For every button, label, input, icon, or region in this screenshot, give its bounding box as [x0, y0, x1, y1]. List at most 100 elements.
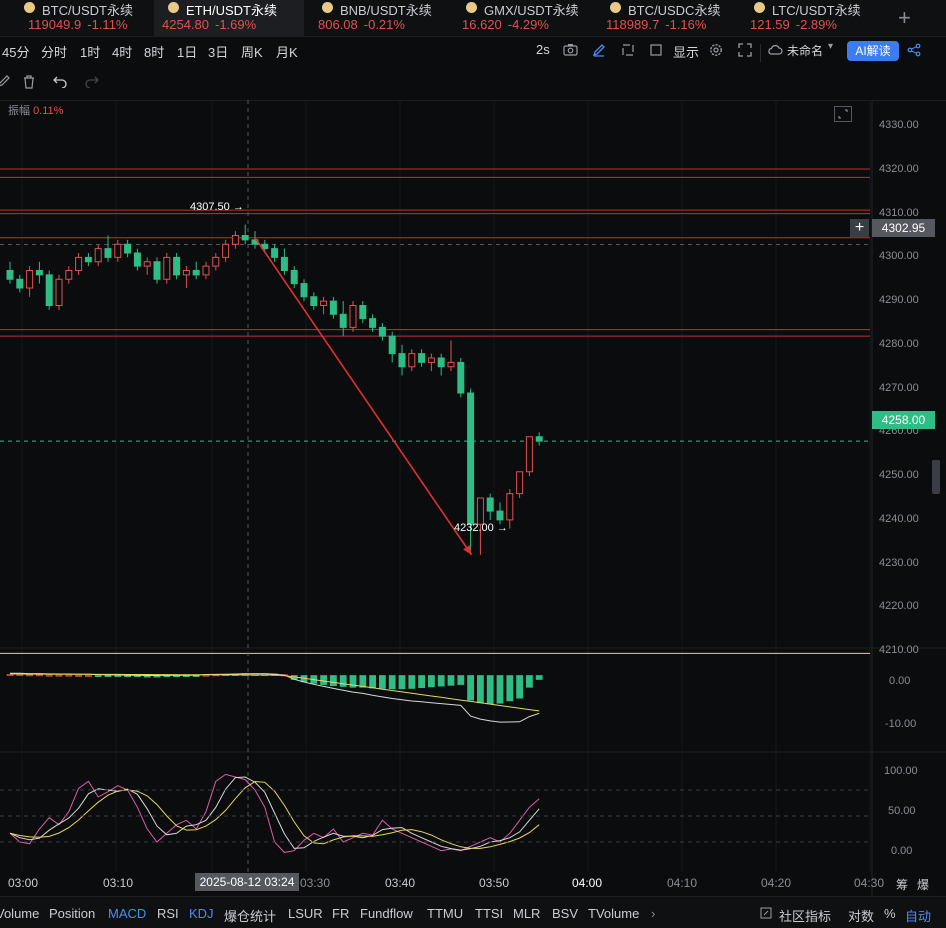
- display-button[interactable]: 显示: [673, 42, 699, 61]
- crosshair-add-icon[interactable]: +: [850, 219, 869, 237]
- macd-bar: [75, 675, 82, 677]
- interval-4h[interactable]: 4时: [112, 42, 132, 61]
- candle-body: [163, 256, 171, 280]
- candle-body: [241, 235, 249, 241]
- tab-eth-usdt[interactable]: ETH/USDT永续 4254.80 -1.69%: [154, 0, 304, 36]
- macd-bar: [427, 675, 435, 688]
- share-icon[interactable]: [907, 43, 921, 60]
- indicator-rsi[interactable]: RSI: [157, 906, 179, 921]
- trash-icon[interactable]: [22, 74, 36, 92]
- candle-body: [457, 361, 465, 394]
- candle-body: [388, 335, 396, 355]
- interval-timeline[interactable]: 分时: [41, 42, 67, 61]
- interval-month[interactable]: 月K: [276, 42, 298, 61]
- indicator-volume[interactable]: Volume: [0, 906, 39, 921]
- layout-name[interactable]: 未命名: [787, 42, 823, 59]
- indicator-lsur[interactable]: LSUR: [288, 906, 323, 921]
- coin-icon: [168, 2, 179, 13]
- price-chart[interactable]: [0, 100, 946, 896]
- trend-arrow-line: [254, 237, 473, 556]
- community-indicators[interactable]: 社区指标: [779, 906, 831, 925]
- interval-8h[interactable]: 8时: [144, 42, 164, 61]
- interval-1h[interactable]: 1时: [80, 42, 100, 61]
- macd-axis-label: 0.00: [889, 675, 911, 687]
- axis-scroll-handle[interactable]: [932, 460, 940, 494]
- indicator-position[interactable]: Position: [49, 906, 95, 921]
- price-axis-label: 4270.00: [879, 381, 919, 394]
- interval-45m[interactable]: 45分: [2, 42, 29, 61]
- settings-gear-icon[interactable]: [709, 43, 723, 60]
- macd-bar: [476, 675, 484, 704]
- tab-price: 119049.9: [28, 17, 82, 32]
- interval-week[interactable]: 周K: [241, 42, 263, 61]
- price-axis-label: 4220.00: [879, 600, 919, 613]
- chips-toggle[interactable]: 筹: [896, 876, 908, 893]
- indicator-fundflow[interactable]: Fundflow: [360, 906, 413, 921]
- liquidation-toggle[interactable]: 爆: [917, 876, 929, 893]
- window-icon[interactable]: [649, 43, 663, 60]
- macd-bar: [418, 675, 426, 689]
- indicator-ttmu[interactable]: TTMU: [427, 906, 463, 921]
- interval-1d[interactable]: 1日: [177, 42, 197, 61]
- expand-icon[interactable]: [834, 106, 852, 125]
- macd-bar: [339, 675, 347, 687]
- tab-gmx-usdt[interactable]: GMX/USDT永续 16.620 -4.29%: [452, 0, 602, 36]
- tab-change: -4.29%: [507, 17, 549, 32]
- candle-body: [369, 318, 377, 328]
- low-price-value: 4232.00: [454, 522, 494, 534]
- add-tab-icon[interactable]: +: [898, 5, 911, 31]
- tab-change: -1.16%: [665, 17, 707, 32]
- auto-scale-toggle[interactable]: 自动: [905, 906, 931, 925]
- indicator-tvolume[interactable]: TVolume: [588, 906, 639, 921]
- log-scale-toggle[interactable]: 对数: [848, 906, 874, 925]
- kdj-axis-label: 100.00: [884, 765, 918, 777]
- undo-icon[interactable]: [52, 74, 68, 91]
- cloud-icon[interactable]: [767, 43, 783, 59]
- macd-bar: [104, 675, 112, 677]
- macd-bar: [369, 675, 377, 689]
- macd-bar: [535, 675, 543, 680]
- redo-icon[interactable]: [84, 74, 100, 91]
- candle-body: [222, 243, 230, 258]
- high-price-value: 4307.50: [190, 201, 230, 213]
- last-price-tag: 4258.00: [872, 411, 935, 429]
- tab-ltc-usdt[interactable]: LTC/USDT永续 121.59 -2.89%: [740, 0, 890, 36]
- percent-scale-toggle[interactable]: %: [884, 906, 896, 921]
- indicator-liquidation[interactable]: 爆仓统计: [224, 906, 276, 925]
- time-label: 03:00: [8, 876, 39, 890]
- macd-bar: [437, 675, 445, 687]
- edit-icon[interactable]: [760, 907, 772, 922]
- candle-body: [516, 471, 524, 495]
- tab-bnb-usdt[interactable]: BNB/USDT永续 806.08 -0.21%: [308, 0, 458, 36]
- crop-icon[interactable]: [621, 43, 635, 60]
- indicator-mlr[interactable]: MLR: [513, 906, 540, 921]
- macd-bar: [486, 675, 494, 704]
- draw-pencil-icon[interactable]: [592, 43, 606, 60]
- indicator-bsv[interactable]: BSV: [552, 906, 578, 921]
- tab-btc-usdt[interactable]: BTC/USDT永续 119049.9 -1.11%: [10, 0, 160, 36]
- macd-bar: [516, 675, 523, 699]
- refresh-interval[interactable]: 2s: [536, 42, 550, 57]
- time-label: 04:10: [667, 876, 698, 890]
- chevron-right-icon[interactable]: ›: [651, 906, 655, 921]
- ai-interpret-button[interactable]: AI解读: [847, 41, 899, 61]
- indicator-fr[interactable]: FR: [332, 906, 349, 921]
- interval-3d[interactable]: 3日: [208, 42, 228, 61]
- macd-bar: [6, 673, 14, 676]
- camera-icon[interactable]: [563, 43, 578, 59]
- pencil-icon[interactable]: [0, 74, 12, 91]
- chevron-down-icon[interactable]: ▾: [828, 41, 833, 52]
- price-axis-label: 4250.00: [879, 469, 919, 482]
- candle-body: [231, 235, 239, 245]
- macd-bar: [467, 675, 475, 701]
- macd-bar: [65, 674, 73, 677]
- crosshair-time-tag: 2025-08-12 03:24: [195, 873, 299, 891]
- indicator-ttsi[interactable]: TTSI: [475, 906, 503, 921]
- indicator-kdj[interactable]: KDJ: [189, 906, 214, 921]
- macd-bar: [45, 674, 53, 677]
- indicator-macd[interactable]: MACD: [108, 906, 146, 921]
- candle-body: [45, 274, 53, 306]
- tab-btc-usdc[interactable]: BTC/USDC永续 118989.7 -1.16%: [596, 0, 746, 36]
- fullscreen-icon[interactable]: [738, 43, 752, 60]
- macd-bar: [378, 675, 386, 689]
